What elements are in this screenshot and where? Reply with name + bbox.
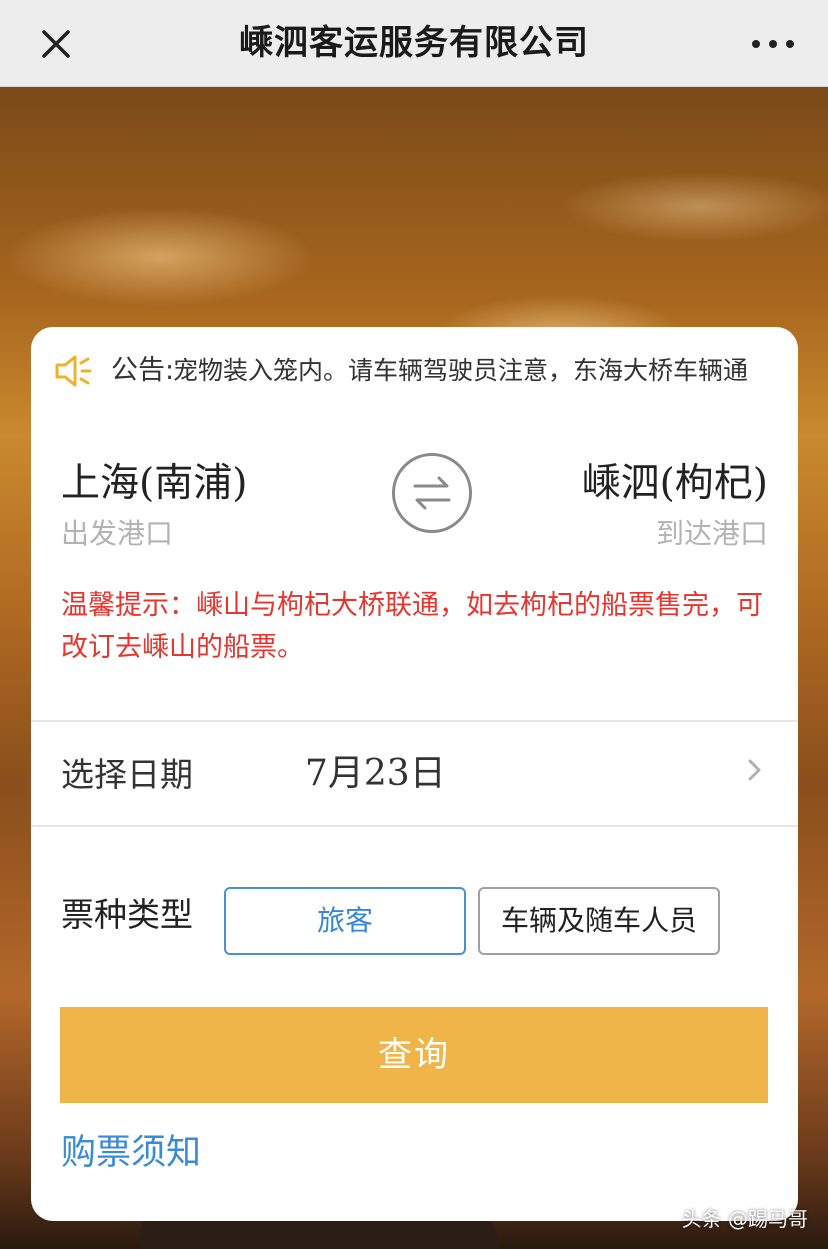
title-bar: 嵊泗客运服务有限公司 — [0, 0, 828, 87]
announcement-bar: 公告: 宠物装入笼内。请车辆驾驶员注意，东海大桥车辆通 — [31, 327, 798, 415]
query-button[interactable]: 查询 — [60, 1007, 768, 1103]
ticket-type-label: 票种类型 — [61, 895, 193, 934]
date-value: 7月23日 — [305, 753, 446, 794]
close-icon[interactable] — [36, 24, 76, 64]
page-title: 嵊泗客运服务有限公司 — [239, 23, 589, 63]
warm-tip-text: 温馨提示：嵊山与枸杞大桥联通，如去枸杞的船票售完，可改订去嵊山的船票。 — [61, 590, 763, 663]
arrival-port-label: 到达港口 — [655, 517, 768, 550]
arrival-port-name: 嵊泗(枸杞) — [581, 461, 768, 506]
announcement-text: 宠物装入笼内。请车辆驾驶员注意，东海大桥车辆通 — [173, 356, 749, 385]
departure-port-label: 出发港口 — [61, 517, 174, 550]
ticket-type-passenger-button[interactable]: 旅客 — [224, 887, 466, 955]
date-selector[interactable]: 选择日期 7月23日 — [31, 722, 798, 826]
swap-arrows-icon — [413, 476, 451, 510]
ticket-type-vehicle-button[interactable]: 车辆及随车人员 — [478, 887, 720, 955]
chevron-right-icon — [746, 758, 764, 782]
swap-ports-button[interactable] — [392, 453, 472, 533]
announcement-label: 公告: — [111, 355, 175, 386]
date-label: 选择日期 — [61, 755, 193, 794]
departure-port-name: 上海(南浦) — [61, 461, 248, 506]
watermark: 头条 @踢马哥 — [681, 1207, 808, 1231]
speaker-icon — [53, 353, 93, 389]
divider — [31, 825, 798, 827]
purchase-notice-link[interactable]: 购票须知 — [61, 1130, 201, 1176]
departure-port[interactable]: 上海(南浦) 出发港口 — [61, 457, 247, 555]
more-options-icon[interactable] — [748, 30, 798, 58]
arrival-port[interactable]: 嵊泗(枸杞) 到达港口 — [582, 457, 768, 555]
booking-card: 公告: 宠物装入笼内。请车辆驾驶员注意，东海大桥车辆通 上海(南浦) 出发港口 … — [31, 327, 798, 1221]
